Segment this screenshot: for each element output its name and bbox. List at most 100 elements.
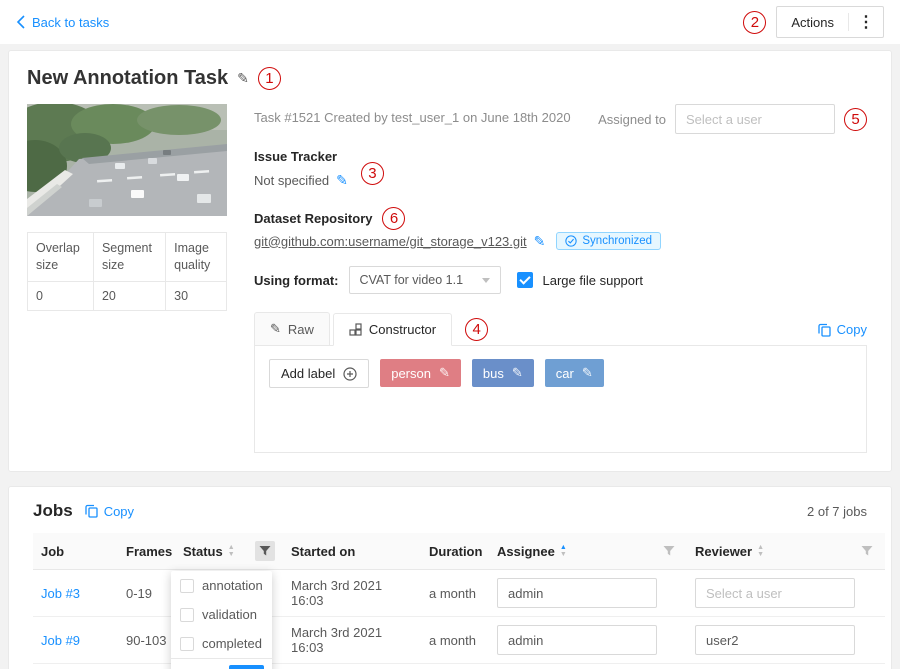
edit-label-person-icon[interactable]: ✎ bbox=[439, 365, 450, 381]
filter-option-completed-label: completed bbox=[202, 636, 262, 651]
col-status[interactable]: Status bbox=[183, 544, 223, 559]
dataset-repository-url[interactable]: git@github.com:username/git_storage_v123… bbox=[254, 234, 527, 249]
reviewer-sort-icon[interactable]: ▲▼ bbox=[757, 544, 764, 558]
job-3-reviewer-placeholder: Select a user bbox=[706, 586, 782, 601]
plus-circle-icon bbox=[343, 367, 357, 381]
chevron-down-icon bbox=[482, 278, 490, 283]
task-card: New Annotation Task ✎ 1 bbox=[8, 50, 892, 472]
col-frames: Frames bbox=[126, 544, 172, 559]
filter-option-completed[interactable]: completed bbox=[171, 629, 272, 658]
label-chip-bus[interactable]: bus ✎ bbox=[472, 359, 534, 387]
param-header-segment: Segment size bbox=[93, 233, 165, 282]
jobs-table-header-row: Job Frames Status ▲▼ Started on bbox=[33, 533, 885, 570]
more-actions-icon[interactable]: ⋮ bbox=[849, 12, 883, 32]
param-value-overlap: 0 bbox=[28, 281, 94, 310]
col-reviewer[interactable]: Reviewer bbox=[695, 544, 752, 559]
annotation-circle-3: 3 bbox=[361, 162, 384, 185]
job-3-assignee-select[interactable]: admin bbox=[497, 578, 657, 608]
reviewer-filter-icon[interactable] bbox=[857, 541, 877, 561]
assigned-to-label: Assigned to bbox=[598, 112, 666, 127]
using-format-label: Using format: bbox=[254, 273, 339, 288]
assignee-filter-icon[interactable] bbox=[659, 541, 679, 561]
issue-tracker-value: Not specified bbox=[254, 173, 329, 188]
edit-title-icon[interactable]: ✎ bbox=[237, 70, 249, 87]
col-assignee[interactable]: Assignee bbox=[497, 544, 555, 559]
filter-ok-button[interactable]: OK bbox=[229, 665, 264, 669]
tab-raw[interactable]: ✎ Raw bbox=[254, 312, 330, 346]
back-to-tasks-link[interactable]: Back to tasks bbox=[16, 15, 109, 30]
tab-constructor-label: Constructor bbox=[369, 322, 436, 337]
label-chip-car[interactable]: car ✎ bbox=[545, 359, 604, 387]
format-select[interactable]: CVAT for video 1.1 bbox=[349, 266, 501, 294]
edit-issue-tracker-icon[interactable]: ✎ bbox=[336, 172, 348, 189]
edit-label-car-icon[interactable]: ✎ bbox=[582, 365, 593, 381]
job-3-duration: a month bbox=[429, 586, 476, 601]
filter-option-annotation[interactable]: annotation bbox=[171, 571, 272, 600]
job-9-started: March 3rd 2021 16:03 bbox=[291, 625, 382, 655]
status-filter-icon[interactable] bbox=[255, 541, 275, 561]
tab-constructor[interactable]: Constructor bbox=[333, 313, 452, 346]
job-9-duration: a month bbox=[429, 633, 476, 648]
cvat-task-page: Back to tasks 2 Actions ⋮ New Annotation… bbox=[0, 0, 900, 669]
assignee-select[interactable]: Select a user bbox=[675, 104, 835, 134]
top-bar: Back to tasks 2 Actions ⋮ bbox=[0, 0, 900, 44]
assignee-sort-icon[interactable]: ▲▼ bbox=[560, 544, 567, 558]
large-file-checkbox[interactable] bbox=[517, 272, 533, 288]
copy-jobs-link[interactable]: Copy bbox=[85, 504, 134, 519]
edit-label-bus-icon[interactable]: ✎ bbox=[512, 365, 523, 381]
large-file-label: Large file support bbox=[543, 273, 643, 288]
param-value-quality: 30 bbox=[166, 281, 227, 310]
col-job: Job bbox=[41, 544, 64, 559]
add-label-button[interactable]: Add label bbox=[269, 359, 369, 388]
status-sort-icon[interactable]: ▲▼ bbox=[228, 544, 235, 558]
copy-icon bbox=[818, 323, 831, 337]
filter-option-annotation-label: annotation bbox=[202, 578, 263, 593]
col-started: Started on bbox=[291, 544, 355, 559]
edit-repository-icon[interactable]: ✎ bbox=[534, 233, 546, 250]
annotation-circle-1: 1 bbox=[258, 67, 281, 90]
job-9-reviewer-value: user2 bbox=[706, 633, 739, 648]
labels-editor-tabs: ✎ Raw Constructor 4 bbox=[254, 312, 488, 346]
completed-checkbox[interactable] bbox=[180, 637, 194, 651]
issue-tracker-label: Issue Tracker bbox=[254, 149, 867, 164]
copy-icon bbox=[85, 504, 98, 518]
copy-jobs-label: Copy bbox=[104, 504, 134, 519]
annotation-circle-5: 5 bbox=[844, 108, 867, 131]
annotation-circle-2: 2 bbox=[743, 11, 766, 34]
job-9-reviewer-select[interactable]: user2 bbox=[695, 625, 855, 655]
back-label: Back to tasks bbox=[32, 15, 109, 30]
task-preview-image bbox=[27, 104, 227, 216]
filter-option-validation[interactable]: validation bbox=[171, 600, 272, 629]
label-person-name: person bbox=[391, 366, 431, 381]
jobs-title: Jobs bbox=[33, 501, 73, 521]
job-9-link[interactable]: Job #9 bbox=[41, 633, 80, 648]
job-3-link[interactable]: Job #3 bbox=[41, 586, 80, 601]
sync-status-badge: Synchronized bbox=[556, 232, 661, 250]
job-3-frames: 0-19 bbox=[126, 586, 152, 601]
job-row: Job #4 15-34 March 3rd 2021 16:03 a mont… bbox=[33, 664, 885, 669]
label-car-name: car bbox=[556, 366, 574, 381]
jobs-card: Jobs Copy 2 of 7 jobs Job Frames bbox=[8, 486, 892, 669]
job-9-assignee-select[interactable]: admin bbox=[497, 625, 657, 655]
jobs-count: 2 of 7 jobs bbox=[807, 504, 867, 519]
label-bus-name: bus bbox=[483, 366, 504, 381]
constructor-icon bbox=[349, 323, 362, 336]
dataset-repository-label: Dataset Repository bbox=[254, 211, 372, 226]
copy-labels-link[interactable]: Copy bbox=[818, 322, 867, 337]
param-header-overlap: Overlap size bbox=[28, 233, 94, 282]
job-3-reviewer-select[interactable]: Select a user bbox=[695, 578, 855, 608]
task-params-table: Overlap size Segment size Image quality … bbox=[27, 232, 227, 311]
jobs-table: Job Frames Status ▲▼ Started on bbox=[33, 533, 885, 669]
assignee-placeholder: Select a user bbox=[686, 112, 762, 127]
annotation-checkbox[interactable] bbox=[180, 579, 194, 593]
job-row: Job #3 0-19 March 3rd 2021 16:03 a month… bbox=[33, 570, 885, 617]
actions-button[interactable]: Actions ⋮ bbox=[776, 6, 884, 38]
status-filter-dropdown: annotation validation completed Reset OK bbox=[171, 571, 272, 669]
param-value-segment: 20 bbox=[93, 281, 165, 310]
label-chip-person[interactable]: person ✎ bbox=[380, 359, 461, 387]
filter-option-validation-label: validation bbox=[202, 607, 257, 622]
labels-constructor-area: Add label person ✎ bus ✎ car ✎ bbox=[254, 345, 867, 453]
sync-check-icon bbox=[565, 235, 577, 247]
validation-checkbox[interactable] bbox=[180, 608, 194, 622]
task-title: New Annotation Task bbox=[27, 67, 228, 90]
